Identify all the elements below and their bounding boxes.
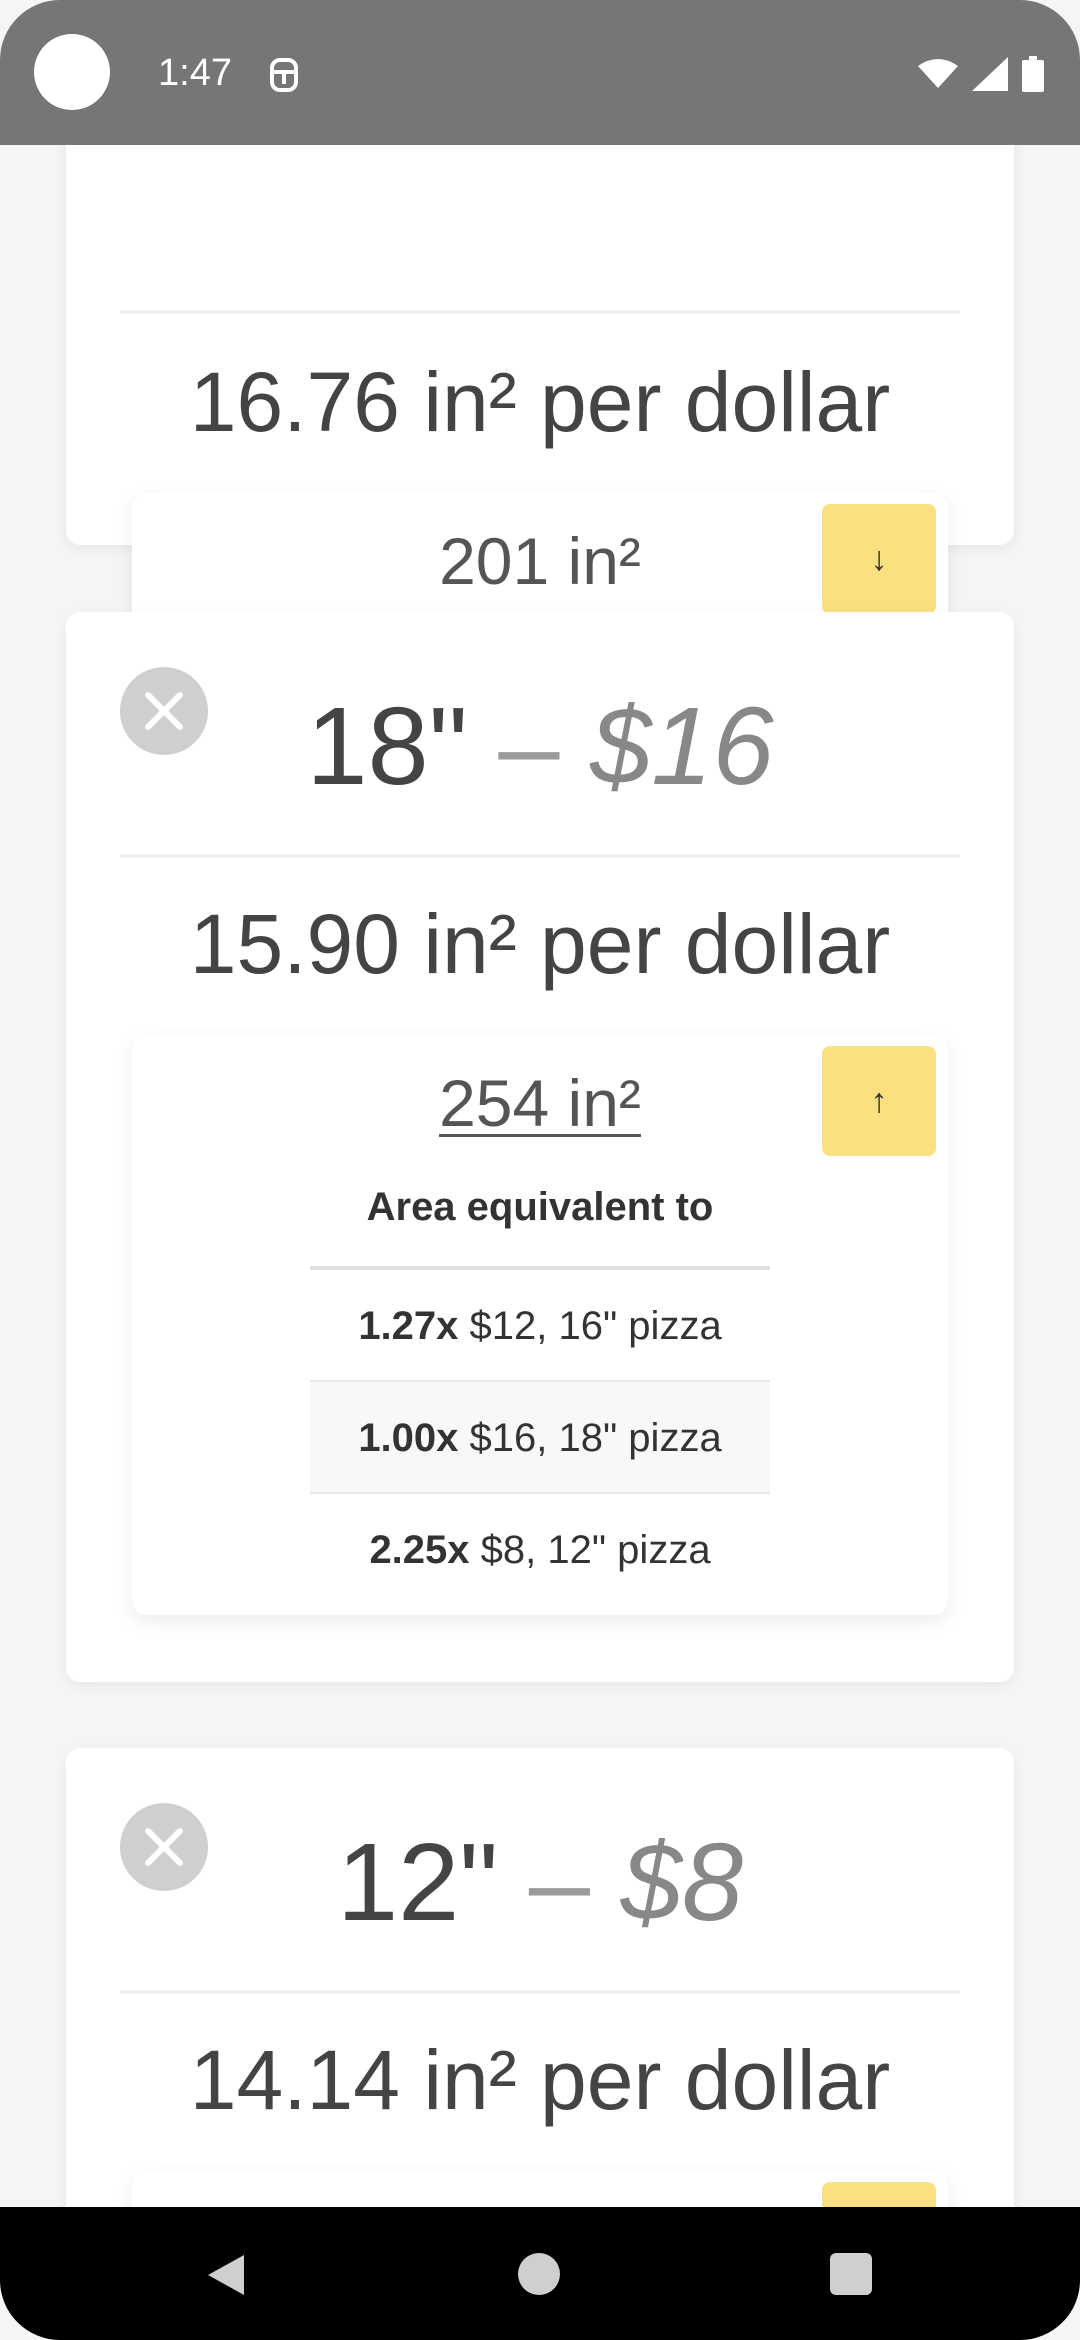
recents-icon[interactable] [830, 2253, 872, 2295]
card-divider [120, 1990, 960, 1994]
equivalence-pizza: $8, 12" pizza [469, 1528, 711, 1572]
equivalence-pizza: $16, 18" pizza [458, 1416, 722, 1460]
per-dollar-value: 16.76 in² per dollar [189, 355, 891, 449]
equivalence-row: 1.27x $12, 16" pizza [310, 1270, 770, 1382]
per-dollar-value: 14.14 in² per dollar [189, 2033, 891, 2127]
equivalence-heading: Area equivalent to [366, 1185, 714, 1229]
device-screen: 1:47 16.76 in² per dollar 201 in² ↓ 18" … [0, 0, 1080, 2340]
area-box: 254 in² ↑ Area equivalent to 1.27x $12, … [132, 1035, 948, 1615]
title-dash: – [498, 1821, 621, 1944]
pizza-size: 12" [336, 1821, 499, 1944]
equivalence-pizza: $12, 16" pizza [458, 1304, 722, 1348]
equivalence-row: 1.00x $16, 18" pizza [310, 1382, 770, 1494]
status-icons [918, 56, 1044, 92]
wifi-icon [918, 59, 958, 88]
equivalence-table: 1.27x $12, 16" pizza 1.00x $16, 18" pizz… [310, 1266, 770, 1606]
notification-app-icon [270, 58, 298, 92]
expand-toggle-button[interactable]: ↓ [822, 504, 936, 614]
signal-icon [972, 57, 1008, 91]
pizza-card: 16.76 in² per dollar 201 in² ↓ [66, 145, 1014, 625]
pizza-price: $8 [620, 1821, 744, 1944]
expand-toggle-button[interactable] [822, 2182, 936, 2207]
equivalence-multiplier: 1.27x [358, 1304, 459, 1348]
status-time: 1:47 [158, 52, 232, 94]
collapse-toggle-button[interactable]: ↑ [822, 1046, 936, 1156]
per-dollar-value: 15.90 in² per dollar [189, 897, 891, 991]
equivalence-multiplier: 2.25x [369, 1528, 470, 1572]
equivalence-multiplier: 1.00x [358, 1416, 459, 1460]
area-box [132, 2171, 948, 2207]
navigation-bar [0, 2207, 1080, 2340]
home-icon[interactable] [518, 2253, 560, 2295]
pizza-price: $16 [590, 685, 774, 808]
battery-icon [1022, 56, 1044, 92]
card-divider [120, 310, 960, 314]
pizza-title: 18" – $16 [66, 692, 1014, 802]
card-divider [120, 854, 960, 858]
pizza-list[interactable]: 16.76 in² per dollar 201 in² ↓ 18" – $16… [0, 145, 1080, 2207]
pizza-card: 12" – $8 14.14 in² per dollar [66, 1748, 1014, 2207]
camera-cutout [34, 34, 110, 110]
equivalence-row: 2.25x $8, 12" pizza [310, 1494, 770, 1606]
pizza-size: 18" [306, 685, 468, 808]
pizza-title: 12" – $8 [66, 1828, 1014, 1938]
back-icon[interactable] [204, 2253, 248, 2297]
pizza-card: 18" – $16 15.90 in² per dollar 254 in² ↑… [66, 612, 1014, 1682]
status-bar: 1:47 [0, 0, 1080, 145]
area-box: 201 in² ↓ [132, 493, 948, 625]
title-dash: – [467, 685, 591, 808]
